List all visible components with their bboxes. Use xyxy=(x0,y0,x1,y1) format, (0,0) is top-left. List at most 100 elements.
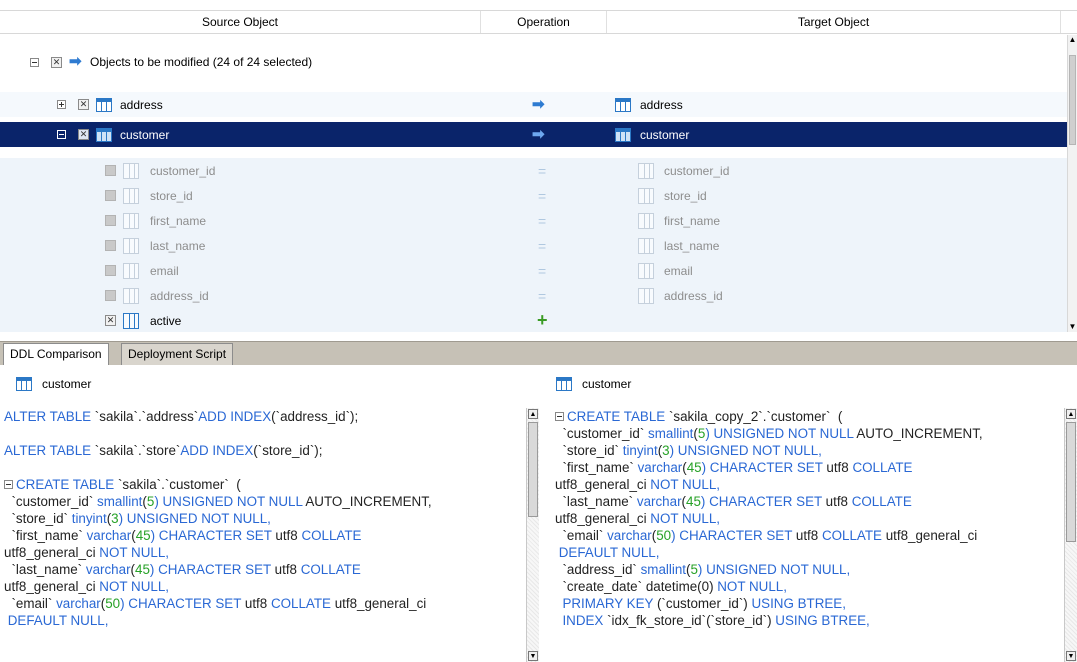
column-row[interactable]: first_name = first_name xyxy=(0,208,1067,233)
table-row-address[interactable]: address ➡ address xyxy=(0,92,1067,117)
code-token: `last_name` xyxy=(4,562,86,577)
column-icon xyxy=(638,287,654,304)
grid-scrollbar[interactable]: ▲ ▼ xyxy=(1067,35,1077,332)
code-token: `sakila`.`address` xyxy=(94,409,199,424)
scroll-up-icon[interactable]: ▲ xyxy=(1068,35,1077,45)
code-token: PRIMARY KEY xyxy=(555,596,657,611)
code-token: smallint xyxy=(640,562,686,577)
collapse-toggle-icon[interactable] xyxy=(30,57,39,67)
scroll-up-icon[interactable]: ▲ xyxy=(528,409,538,419)
table-icon xyxy=(96,127,112,142)
code-token: utf8 xyxy=(826,460,853,475)
collapse-toggle-icon[interactable] xyxy=(57,130,66,139)
scroll-down-icon[interactable]: ▼ xyxy=(1068,322,1077,332)
grid-header: Source Object Operation Target Object xyxy=(0,10,1077,34)
code-token: `customer_id` xyxy=(4,494,98,509)
row-checkbox[interactable] xyxy=(78,99,89,110)
code-token: 45 xyxy=(686,460,702,475)
code-token: ) UNSIGNED NOT NULL xyxy=(705,426,857,441)
column-row[interactable]: address_id = address_id xyxy=(0,283,1067,308)
code-token: ) UNSIGNED NOT NULL, xyxy=(697,562,851,577)
code-token: ) CHARACTER SET xyxy=(701,460,827,475)
column-row[interactable]: last_name = last_name xyxy=(0,233,1067,258)
code-token: `address_id` xyxy=(555,562,641,577)
code-token: tinyint xyxy=(71,511,107,526)
code-line: `last_name` varchar(45) CHARACTER SET ut… xyxy=(4,561,526,578)
code-token: INDEX xyxy=(555,613,608,628)
code-token: varchar xyxy=(636,494,682,509)
code-token: 50 xyxy=(656,528,672,543)
code-token: ) UNSIGNED NOT NULL, xyxy=(118,511,271,526)
left-panel-header: customer xyxy=(16,373,91,395)
column-row[interactable]: customer_id = customer_id xyxy=(0,158,1067,183)
scroll-up-icon[interactable]: ▲ xyxy=(1066,409,1076,419)
group-checkbox[interactable] xyxy=(51,56,62,68)
operation-header[interactable]: Operation xyxy=(481,11,607,33)
code-token: ADD INDEX xyxy=(198,409,272,424)
column-icon xyxy=(123,312,139,329)
tab-deployment-script[interactable]: Deployment Script xyxy=(121,343,234,365)
row-checkbox[interactable] xyxy=(105,190,116,201)
column-row[interactable]: store_id = store_id xyxy=(0,183,1067,208)
scroll-thumb[interactable] xyxy=(1066,422,1076,542)
right-ddl-scrollbar[interactable]: ▲ ▼ xyxy=(1064,408,1077,662)
expand-toggle-icon[interactable] xyxy=(57,100,66,109)
table-icon xyxy=(615,97,631,112)
code-line: PRIMARY KEY (`customer_id`) USING BTREE, xyxy=(555,595,1065,612)
row-checkbox[interactable] xyxy=(78,129,89,140)
row-checkbox[interactable] xyxy=(105,240,116,251)
row-checkbox[interactable] xyxy=(105,165,116,176)
scroll-down-icon[interactable]: ▼ xyxy=(1066,651,1076,661)
arrow-right-icon: ➡ xyxy=(69,53,82,70)
group-label: Objects to be modified (24 of 24 selecte… xyxy=(90,55,313,69)
code-token: smallint xyxy=(97,494,143,509)
source-column-name: first_name xyxy=(150,213,207,228)
source-column-name: customer_id xyxy=(150,163,216,178)
right-ddl-editor[interactable]: CREATE TABLE `sakila_copy_2`.`customer` … xyxy=(555,408,1065,662)
code-token: NOT NULL, xyxy=(650,511,720,526)
code-token: utf8 xyxy=(825,494,852,509)
scroll-thumb[interactable] xyxy=(528,422,538,517)
row-checkbox[interactable] xyxy=(105,290,116,301)
row-checkbox[interactable] xyxy=(105,315,116,326)
target-column-name: last_name xyxy=(664,238,720,253)
fold-toggle-icon[interactable] xyxy=(555,412,564,421)
code-token: USING BTREE, xyxy=(775,613,870,628)
target-column-name: customer_id xyxy=(664,163,730,178)
scroll-down-icon[interactable]: ▼ xyxy=(528,651,538,661)
code-line: INDEX `idx_fk_store_id`(`store_id`) USIN… xyxy=(555,612,1065,629)
code-token: (`store_id`); xyxy=(253,443,323,458)
code-token: NOT NULL, xyxy=(717,579,787,594)
code-token: tinyint xyxy=(622,443,658,458)
code-token: `email` xyxy=(555,528,608,543)
code-line: `customer_id` smallint(5) UNSIGNED NOT N… xyxy=(555,425,1065,442)
source-object-header[interactable]: Source Object xyxy=(0,11,481,33)
code-token: 50 xyxy=(105,596,121,611)
scroll-thumb[interactable] xyxy=(1069,55,1076,145)
tab-ddl-comparison[interactable]: DDL Comparison xyxy=(3,343,109,365)
code-token: ) CHARACTER SET xyxy=(120,596,245,611)
row-checkbox[interactable] xyxy=(105,215,116,226)
left-ddl-editor[interactable]: ALTER TABLE `sakila`.`address`ADD INDEX(… xyxy=(4,408,526,662)
table-icon xyxy=(16,377,32,391)
row-checkbox[interactable] xyxy=(105,265,116,276)
code-line: `customer_id` smallint(5) UNSIGNED NOT N… xyxy=(4,493,526,510)
code-token: AUTO_INCREMENT, xyxy=(305,494,432,509)
table-row-customer[interactable]: customer ➡ customer xyxy=(0,122,1067,147)
column-row[interactable]: email = email xyxy=(0,258,1067,283)
code-token: utf8_general_ci xyxy=(555,511,651,526)
code-token: `customer_id` xyxy=(555,426,649,441)
code-token: NOT NULL, xyxy=(99,545,169,560)
code-line: `email` varchar(50) CHARACTER SET utf8 C… xyxy=(555,527,1065,544)
code-token: COLLATE xyxy=(270,596,335,611)
code-token: 3 xyxy=(111,511,119,526)
group-row[interactable]: ➡ Objects to be modified (24 of 24 selec… xyxy=(0,49,1067,75)
source-column-name: email xyxy=(150,263,179,278)
target-object-header[interactable]: Target Object xyxy=(607,11,1061,33)
code-token: datetime(0) xyxy=(645,579,718,594)
column-row-active[interactable]: active + xyxy=(0,308,1067,332)
code-token: DEFAULT NULL, xyxy=(555,545,660,560)
fold-toggle-icon[interactable] xyxy=(4,480,13,489)
left-ddl-scrollbar[interactable]: ▲ ▼ xyxy=(526,408,539,662)
